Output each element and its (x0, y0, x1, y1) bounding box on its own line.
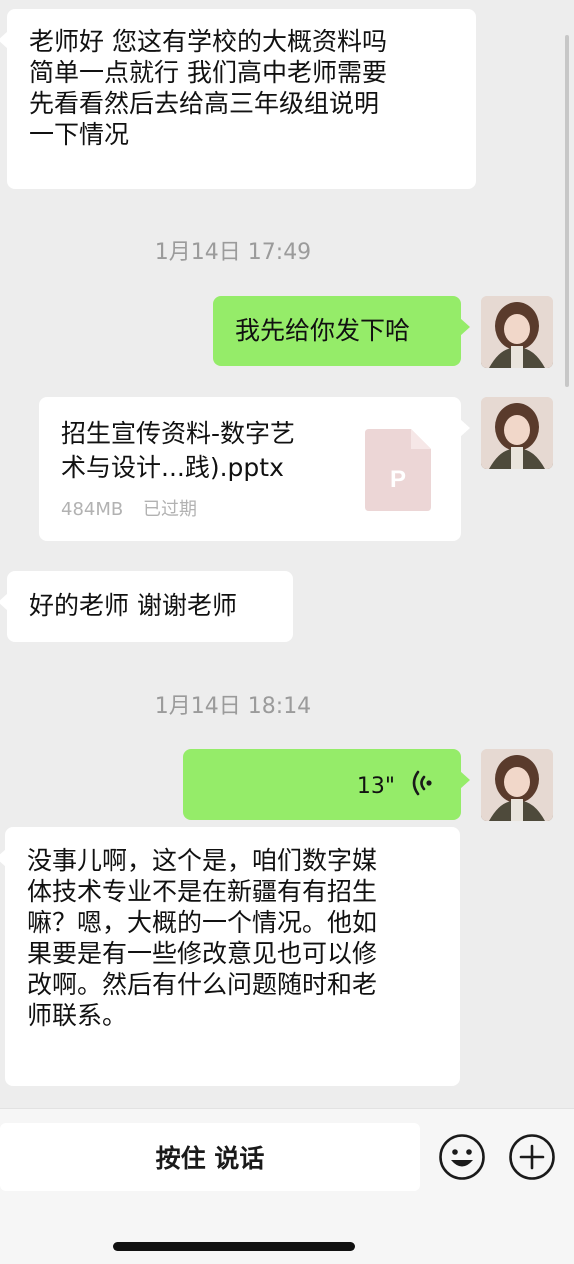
home-indicator[interactable] (113, 1242, 355, 1251)
avatar-image (481, 296, 553, 368)
received-message-bubble[interactable]: 没事儿啊，这个是，咱们数字媒 体技术专业不是在新疆有有招生 嘛？嗯，大概的一个情… (0, 827, 460, 1086)
received-message-bubble[interactable]: 好的老师 谢谢老师 (0, 571, 293, 642)
input-bar: 按住 说话 (0, 1108, 574, 1264)
file-status: 已过期 (142, 499, 197, 520)
file-icon-letter: P (390, 466, 406, 493)
message-text: 我先给你发下哈 (235, 316, 411, 345)
my-avatar[interactable] (481, 296, 553, 368)
message-text: 老师好 您这有学校的大概资料吗 简单一点就行 我们高中老师需要 先看看然后去给高… (29, 27, 387, 149)
voice-duration: 13" (356, 774, 395, 799)
plus-icon[interactable] (508, 1133, 556, 1181)
voice-message-bubble[interactable]: 13" (183, 749, 470, 820)
my-avatar[interactable] (481, 749, 553, 821)
file-size: 484MB (61, 499, 124, 520)
hold-to-talk-button[interactable]: 按住 说话 (0, 1123, 420, 1191)
ppt-file-icon: P (365, 429, 431, 511)
chat-area[interactable]: 老师好 您这有学校的大概资料吗 简单一点就行 我们高中老师需要 先看看然后去给高… (0, 0, 574, 1108)
emoji-icon[interactable] (438, 1133, 486, 1181)
timestamp: 1月14日 17:49 (154, 240, 312, 265)
my-avatar[interactable] (481, 397, 553, 469)
timestamp: 1月14日 18:14 (154, 694, 312, 719)
message-text: 没事儿啊，这个是，咱们数字媒 体技术专业不是在新疆有有招生 嘛？嗯，大概的一个情… (27, 846, 378, 1030)
avatar-image (481, 749, 553, 821)
file-name: 招生宣传资料-数字艺 术与设计...践).pptx (61, 419, 296, 482)
avatar-image (481, 397, 553, 469)
received-message-bubble[interactable]: 老师好 您这有学校的大概资料吗 简单一点就行 我们高中老师需要 先看看然后去给高… (0, 9, 476, 189)
message-text: 好的老师 谢谢老师 (29, 591, 237, 620)
file-message-card[interactable]: 招生宣传资料-数字艺 术与设计...践).pptx 484MB 已过期 P (39, 397, 470, 541)
voice-wave-icon (412, 770, 432, 796)
file-meta: 484MB 已过期 (61, 494, 211, 525)
scrollbar[interactable] (565, 35, 569, 387)
sent-message-bubble[interactable]: 我先给你发下哈 (213, 296, 470, 366)
